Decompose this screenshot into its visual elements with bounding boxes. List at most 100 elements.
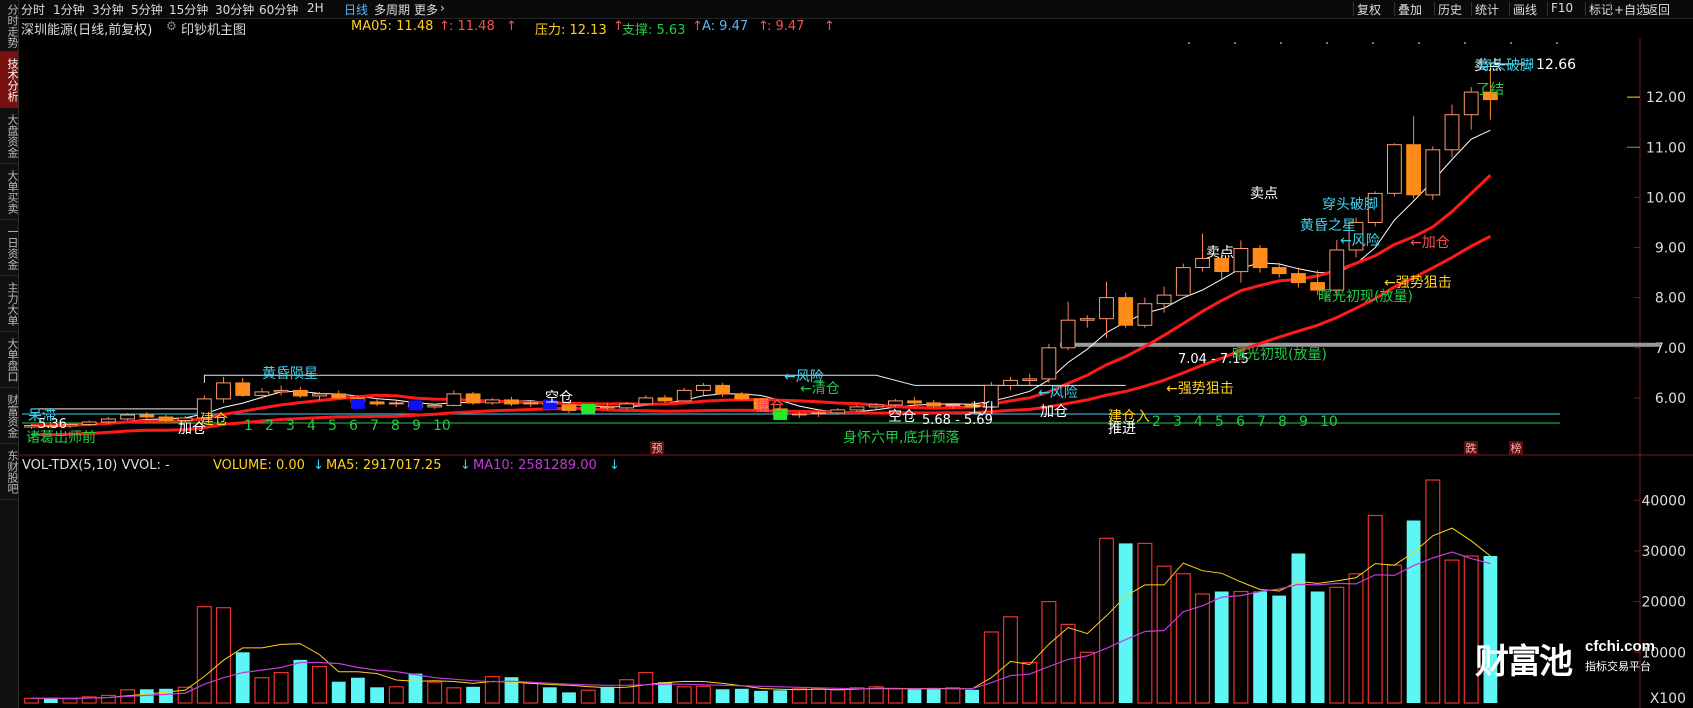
candle-down (235, 382, 251, 396)
counter-number: 3 (1173, 414, 1182, 430)
counter-number: 1 (244, 418, 253, 434)
volume-bar-up (945, 687, 961, 704)
volume-bar-up (638, 671, 654, 704)
volume-bar-up (580, 689, 596, 704)
volume-bar-up (1329, 586, 1345, 704)
volume-ma10-line (31, 551, 1491, 700)
candle-down (734, 393, 750, 400)
candle-up (1175, 267, 1191, 296)
counter-number: 5 (1215, 414, 1224, 430)
counter-number: 8 (1278, 414, 1287, 430)
watermark-logo: 财富池 cfchi.com 指标交易平台 (1475, 634, 1655, 683)
candle-up (1060, 319, 1076, 349)
candle-down (600, 406, 615, 409)
counter-number: 9 (412, 418, 421, 434)
candle-up (484, 399, 500, 404)
volume-bar-up (1156, 565, 1172, 704)
volume-bar-up (1444, 559, 1460, 704)
volume-bar-up (1386, 564, 1402, 704)
candle-up (446, 393, 462, 406)
counter-number: 7 (370, 418, 379, 434)
annotation-label: 黄昏之星 (1300, 217, 1356, 234)
candle-down (657, 397, 673, 402)
counter-number: 2 (1152, 414, 1161, 430)
candle-up (1156, 294, 1172, 305)
counter-number: 6 (349, 418, 358, 434)
volume-bar-up (1233, 590, 1249, 704)
volume-bar-down (235, 652, 250, 703)
volume-bar-up (811, 688, 827, 704)
counter-number: 7 (1257, 414, 1266, 430)
volume-ma5-line (31, 527, 1491, 699)
counter-number: 9 (1299, 414, 1308, 430)
candle-up (81, 421, 97, 425)
top-dot-marker (1188, 42, 1190, 44)
counter-number: 8 (391, 418, 400, 434)
volume-bar-up (427, 681, 443, 704)
candle-up (888, 400, 903, 406)
volume-bar-down (466, 686, 480, 703)
volume-bar-down (773, 690, 788, 703)
volume-bar-down (159, 688, 173, 703)
volume-bar-down (1253, 591, 1267, 703)
price-axis-label: 10.00 (1646, 190, 1686, 206)
candle-up (312, 393, 327, 397)
candle-up (696, 384, 711, 391)
top-dot-marker (1464, 42, 1466, 44)
marker-label: 预 (652, 442, 663, 455)
candle-down (715, 384, 731, 395)
candle-up (273, 389, 289, 393)
counter-number: 4 (307, 418, 316, 434)
top-dot-marker (1372, 42, 1374, 44)
volume-bar-up (791, 688, 807, 704)
volume-bar-down (1214, 591, 1229, 703)
volume-bar-up (887, 688, 903, 704)
candle-down (1271, 267, 1287, 275)
volume-axis-label: 20000 (1641, 595, 1686, 611)
annotation-label: ←风险 (1340, 233, 1380, 249)
annotation-label: 卖点 (1250, 186, 1278, 202)
volume-bar-up (24, 697, 40, 704)
candle-up (849, 406, 865, 411)
volume-bar-up (1367, 514, 1383, 704)
candle-up (830, 409, 846, 414)
volume-bar-up (1002, 616, 1018, 704)
volume-bar-up (830, 689, 846, 704)
logo-subtitle: 指标交易平台 (1585, 660, 1651, 673)
annotation-label: 了结 (1476, 82, 1504, 98)
volume-bar-down (734, 688, 749, 703)
volume-bar-up (1175, 573, 1191, 704)
candle-up (523, 402, 539, 405)
volume-bar-up (254, 677, 270, 704)
top-dot-marker (1326, 42, 1328, 44)
volume-bar-up (676, 686, 692, 704)
volume-bar-down (351, 677, 365, 703)
volume-bar-down (562, 692, 576, 703)
volume-bar-up (1425, 479, 1441, 704)
candle-up (388, 402, 404, 405)
logo-url: cfchi.com (1585, 638, 1656, 655)
candle-down (158, 416, 174, 421)
volume-bar-down (658, 682, 672, 703)
candle-up (1329, 249, 1345, 291)
top-dot-marker (1510, 42, 1512, 44)
volume-bar-up (388, 686, 404, 704)
candle-up (676, 389, 692, 402)
kline-chart[interactable]: 12.0011.0010.009.008.007.006.0012.667.04… (0, 0, 1693, 708)
volume-bar-up (983, 631, 999, 704)
candle-down (504, 399, 519, 405)
ma10-line (31, 174, 1492, 428)
volume-bar-up (523, 682, 539, 704)
top-dot-marker (1418, 42, 1420, 44)
annotation-label: 穿头破脚 (1322, 197, 1378, 213)
candle-down (465, 393, 481, 404)
annotation-label: 加仓 (178, 421, 206, 437)
volume-bar-down (370, 687, 384, 703)
candle-up (619, 403, 635, 409)
candle-up (638, 397, 654, 405)
counter-number: 10 (1320, 414, 1338, 430)
volume-axis-label: 40000 (1641, 493, 1686, 509)
signal-block (581, 403, 596, 414)
annotation-label: 卖点 (1206, 245, 1234, 261)
candle-up (24, 425, 40, 428)
